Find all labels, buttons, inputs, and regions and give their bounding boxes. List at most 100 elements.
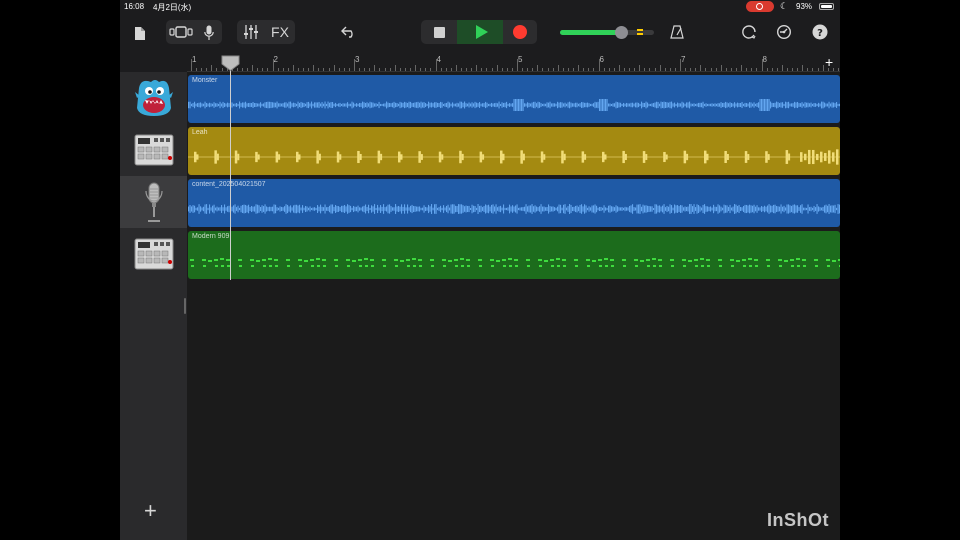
ruler-tick — [792, 68, 794, 71]
ruler-tick — [583, 68, 585, 71]
mixer-icon[interactable] — [241, 23, 261, 41]
ruler-tick — [384, 68, 386, 71]
ruler-tick — [593, 68, 595, 71]
battery-percent: 93% — [796, 2, 813, 11]
metronome-icon[interactable] — [668, 23, 686, 41]
ruler-tick — [389, 68, 391, 71]
ruler-tick — [303, 68, 305, 71]
ruler-tick — [649, 68, 651, 71]
region-monster[interactable]: Monster — [188, 75, 840, 123]
ruler-tick — [247, 68, 249, 71]
ruler-tick — [379, 68, 381, 71]
region-name: content_20250402150​7 — [192, 181, 266, 188]
ruler-bar-number: 3 — [355, 55, 360, 64]
ruler-tick — [557, 65, 559, 71]
ruler-tick — [817, 68, 819, 71]
header-resize-grip[interactable] — [184, 298, 186, 314]
microphone-icon[interactable] — [200, 23, 218, 43]
region-name: Leah — [192, 129, 208, 136]
add-section-button[interactable]: + — [825, 54, 833, 70]
waveform — [188, 149, 840, 165]
ruler-tick — [491, 68, 493, 71]
inshot-watermark: InShOt — [767, 510, 829, 530]
ruler-tick — [404, 68, 406, 71]
ruler-tick — [415, 65, 417, 71]
ruler-tick — [644, 68, 646, 71]
ruler-tick — [506, 68, 508, 71]
add-track-button[interactable]: + — [144, 498, 157, 524]
ruler-tick — [369, 68, 371, 71]
ruler-tick — [348, 68, 350, 71]
ruler-bar-number: 4 — [436, 55, 441, 64]
ruler-tick — [501, 68, 503, 71]
ruler-tick — [588, 68, 590, 71]
track-header-monster[interactable] — [120, 72, 187, 124]
play-button[interactable] — [457, 20, 503, 44]
ruler-tick — [654, 68, 656, 71]
ruler-tick — [425, 68, 427, 71]
ruler-tick — [481, 68, 483, 71]
ruler-tick — [537, 65, 539, 71]
svg-text:?: ? — [817, 28, 823, 39]
ruler-tick — [511, 68, 513, 71]
status-bar: 16:08 4月2日(水) ☾ 93% — [120, 0, 840, 14]
beat-sequencer-icon — [134, 238, 173, 270]
playhead-line — [230, 60, 231, 280]
pattern-display — [190, 258, 840, 267]
ruler-tick — [837, 68, 839, 71]
record-icon — [513, 25, 527, 39]
loop-icon[interactable] — [740, 23, 758, 41]
ruler-tick — [761, 59, 763, 71]
ruler-tick — [267, 68, 269, 71]
fx-button[interactable]: FX — [268, 23, 292, 41]
undo-icon[interactable] — [340, 23, 358, 41]
region-modern-909[interactable]: Modern 909 — [188, 231, 840, 279]
stop-icon — [433, 26, 445, 38]
document-icon[interactable] — [132, 24, 148, 42]
region-content[interactable]: content_20250402150​7 — [188, 179, 840, 227]
track-header-content[interactable] — [120, 176, 187, 228]
ruler-tick — [766, 68, 768, 71]
screen-recording-indicator[interactable] — [746, 1, 774, 12]
settings-icon[interactable] — [775, 23, 793, 41]
ruler-tick — [435, 59, 437, 71]
ruler-tick — [629, 68, 631, 71]
region-leah[interactable]: Leah — [188, 127, 840, 175]
ruler-tick — [822, 65, 824, 71]
ruler-tick — [781, 65, 783, 71]
tracks-area[interactable]: Monster Leah content_20250402150​7 Moder… — [187, 72, 840, 540]
stop-button[interactable] — [421, 20, 457, 44]
ruler-tick — [669, 68, 671, 71]
timeline-ruler[interactable]: 1 2 3 4 5 6 7 8 + — [187, 52, 840, 72]
ruler-tick — [705, 68, 707, 71]
volume-knob[interactable] — [615, 26, 629, 39]
ruler-tick — [812, 68, 814, 71]
ruler-tick — [313, 65, 315, 71]
ruler-tick — [776, 68, 778, 71]
ruler-tick — [608, 68, 610, 71]
ruler-tick — [486, 68, 488, 71]
ruler-tick — [807, 68, 809, 71]
ruler-tick — [797, 68, 799, 71]
focus-moon-icon: ☾ — [780, 1, 789, 11]
ruler-tick — [730, 68, 732, 71]
status-time: 16:08 — [124, 2, 145, 11]
ruler-tick — [257, 68, 259, 71]
ruler-tick — [751, 68, 753, 71]
view-toggle-icon[interactable] — [168, 24, 194, 40]
track-header-modern-909[interactable] — [120, 228, 187, 280]
ruler-tick — [664, 68, 666, 71]
beat-sequencer-icon — [134, 134, 173, 166]
ruler-tick — [573, 68, 575, 71]
record-button[interactable] — [503, 20, 537, 44]
region-name: Monster — [192, 77, 218, 84]
ruler-tick — [282, 68, 284, 71]
track-header-leah[interactable] — [120, 124, 187, 176]
ruler-tick — [623, 68, 625, 71]
ruler-tick — [496, 65, 498, 71]
help-icon[interactable]: ? — [811, 23, 829, 41]
playhead-handle[interactable] — [221, 55, 240, 71]
ruler-tick — [359, 68, 361, 71]
ruler-tick — [430, 68, 432, 71]
ruler-tick — [216, 68, 218, 71]
